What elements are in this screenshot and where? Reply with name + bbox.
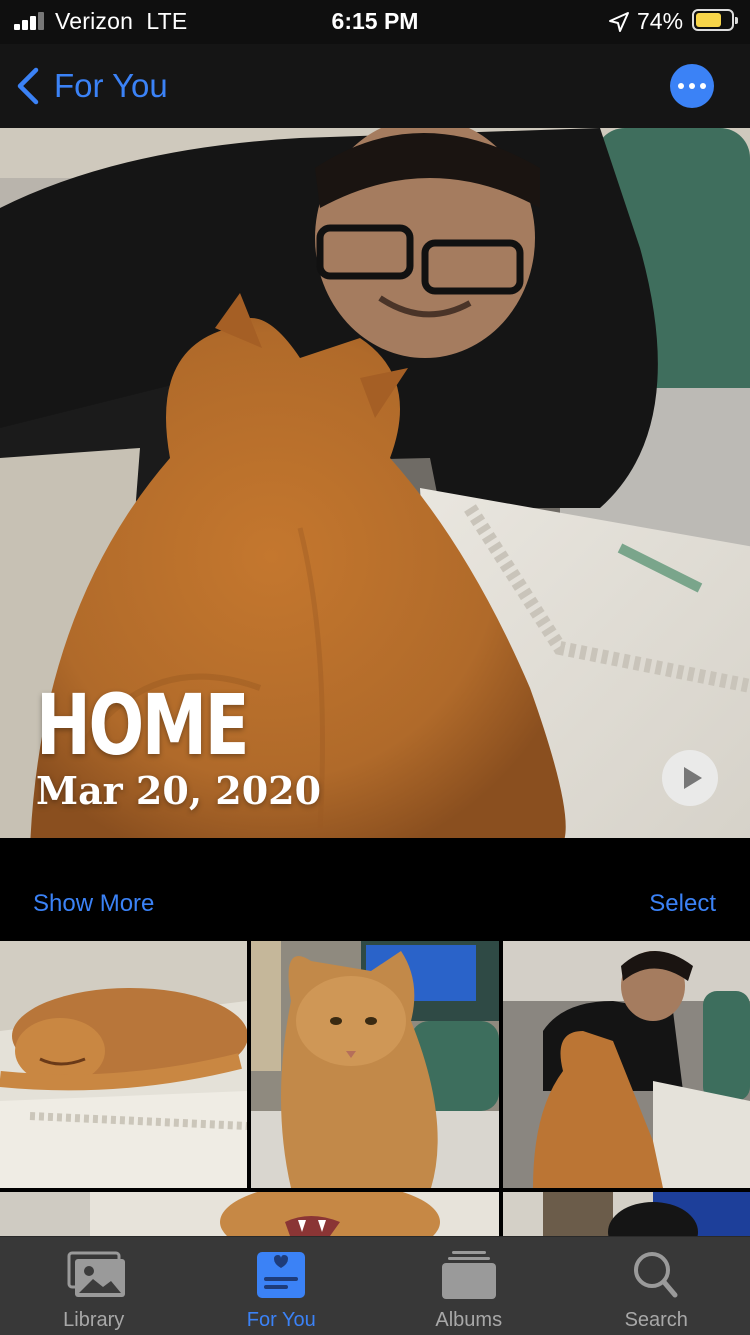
tab-albums-label: Albums <box>375 1309 563 1332</box>
play-button[interactable] <box>662 750 718 806</box>
show-more-button[interactable]: Show More <box>33 890 154 918</box>
battery-icon <box>692 9 734 31</box>
search-icon <box>625 1249 687 1301</box>
photo-thumbnail[interactable] <box>503 941 750 1188</box>
sitting-cat-photo <box>251 941 499 1188</box>
tab-search-label: Search <box>563 1309 750 1332</box>
memory-date: Mar 20, 2020 <box>36 768 321 813</box>
memory-hero[interactable]: HOME Mar 20, 2020 <box>0 128 750 838</box>
tab-albums[interactable]: Albums <box>375 1237 563 1335</box>
back-button-label: For You <box>54 67 168 105</box>
cat-yawning-photo <box>0 1192 499 1236</box>
memory-title: HOME <box>36 676 247 774</box>
status-bar: Verizon LTE 6:15 PM 74% <box>0 0 750 44</box>
tab-bar: Library For You Albums Search <box>0 1236 750 1335</box>
back-button[interactable]: For You <box>14 64 168 108</box>
chevron-left-icon <box>14 66 42 106</box>
photo-thumbnail[interactable] <box>0 1192 499 1236</box>
tab-library-label: Library <box>0 1309 188 1332</box>
select-button[interactable]: Select <box>649 890 716 918</box>
battery-percent: 74% <box>637 8 683 35</box>
man-with-monitor-photo <box>503 1192 750 1236</box>
more-options-button[interactable] <box>670 64 714 108</box>
location-arrow-icon <box>607 10 631 34</box>
tab-for-you-label: For You <box>188 1309 376 1332</box>
photo-thumbnail[interactable] <box>503 1192 750 1236</box>
sleeping-cat-photo <box>0 941 247 1188</box>
albums-icon <box>438 1249 500 1301</box>
ellipsis-icon <box>678 83 684 89</box>
for-you-icon <box>250 1249 312 1301</box>
photo-thumbnail[interactable] <box>251 941 499 1188</box>
tab-library[interactable]: Library <box>0 1237 188 1335</box>
tab-search[interactable]: Search <box>563 1237 750 1335</box>
tab-for-you[interactable]: For You <box>188 1237 376 1335</box>
navigation-bar: For You <box>0 44 750 128</box>
man-with-cat-photo <box>503 941 750 1188</box>
photo-thumbnail[interactable] <box>0 941 247 1188</box>
photo-library-icon <box>63 1249 125 1301</box>
